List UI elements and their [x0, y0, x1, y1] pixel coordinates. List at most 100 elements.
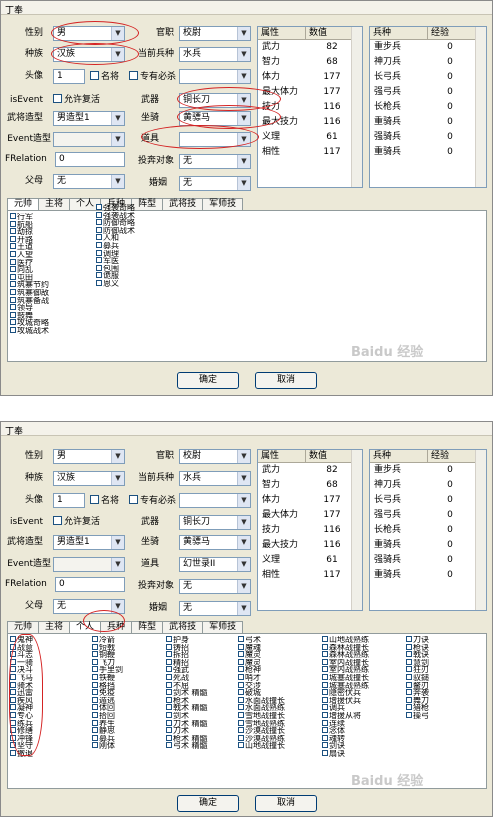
skill-checkbox[interactable]: 哨才 — [238, 673, 285, 682]
item-select[interactable]: 幻世录II ▼ — [179, 557, 251, 572]
table-row[interactable]: 强弓兵 0 — [370, 508, 486, 523]
attribute-table[interactable]: 属性 数值 武力 82 智力 68 体力 177 最大体力 177 技力 116 最大技力 116 义理 6… — [257, 449, 363, 611]
table-row[interactable]: 重步兵 0 — [370, 40, 486, 55]
fame-checkbox[interactable]: 名将 — [90, 495, 119, 507]
skill-checkbox[interactable]: 舞刀 — [406, 696, 429, 705]
table-row[interactable]: 武力 82 — [258, 463, 362, 478]
tab-0[interactable]: 元帅 — [7, 621, 40, 633]
skill-checkbox[interactable]: 人和 — [96, 234, 135, 242]
table-row[interactable]: 神刀兵 0 — [370, 55, 486, 70]
mount-select[interactable]: 黄骠马 ▼ — [179, 535, 251, 550]
spouse-select[interactable]: 无 ▼ — [179, 601, 251, 616]
frelation-input[interactable]: 0 — [55, 577, 125, 592]
model-select[interactable]: 男造型1 ▼ — [53, 535, 125, 550]
skill-checkbox[interactable]: 水面战撞长 — [238, 696, 285, 705]
table-row[interactable]: 智力 68 — [258, 55, 362, 70]
skill-checkbox[interactable]: 连续 — [322, 719, 369, 728]
skill-checkbox[interactable]: 山地战撞长 — [238, 742, 285, 750]
skill-checkbox[interactable]: 防御战术 — [96, 226, 135, 235]
skill-checkbox[interactable]: 雪地战撞长 — [238, 711, 285, 720]
event-model-select[interactable]: ▼ — [53, 557, 125, 572]
table-row[interactable]: 重骑兵 0 — [370, 145, 486, 160]
table-row[interactable]: 智力 68 — [258, 478, 362, 493]
skill-checkbox[interactable]: 戟术 精髓 — [166, 704, 208, 712]
skill-checkbox[interactable]: 枪术 精髓 — [166, 734, 208, 743]
skill-checkbox[interactable]: 攻城奇略 — [10, 319, 49, 327]
table-row[interactable]: 技力 116 — [258, 523, 362, 538]
skill-checkbox[interactable]: 短戟 — [92, 643, 123, 652]
skill-checkbox[interactable]: 魔灵 — [238, 658, 285, 667]
skill-checkbox[interactable]: 山地战熟练 — [322, 636, 369, 644]
table-row[interactable]: 强骑兵 0 — [370, 553, 486, 568]
skill-checkbox[interactable]: 行军 — [10, 213, 49, 221]
skill-checkbox[interactable]: 念体 — [322, 727, 369, 735]
skill-checkbox[interactable]: 包围 — [96, 264, 135, 273]
table-row[interactable]: 最大体力 177 — [258, 508, 362, 523]
table-row[interactable]: 神刀兵 0 — [370, 478, 486, 493]
parents-select[interactable]: 无 ▼ — [53, 174, 125, 189]
skill-checkbox[interactable]: 魔魂 — [238, 643, 285, 652]
skill-checkbox[interactable]: 猎枪 — [406, 704, 429, 712]
skill-checkbox[interactable]: 军医 — [96, 257, 135, 265]
skill-checkbox[interactable]: 手里剑 — [92, 666, 123, 674]
table-row[interactable]: 长弓兵 0 — [370, 493, 486, 508]
skill-checkbox[interactable]: 剑术 — [166, 711, 208, 720]
table-row[interactable]: 强弓兵 0 — [370, 85, 486, 100]
skill-checkbox[interactable]: 沙漠战熟练 — [238, 734, 285, 743]
skill-checkbox[interactable]: 拾回 — [92, 711, 123, 720]
skill-checkbox[interactable]: 刀术 — [166, 727, 208, 735]
skill-checkbox[interactable]: 操弓 — [406, 711, 429, 720]
tab-1[interactable]: 主将 — [38, 621, 71, 633]
event-model-select[interactable]: ▼ — [53, 132, 125, 147]
table-row[interactable]: 武力 82 — [258, 40, 362, 55]
skill-checkbox[interactable]: 劫掠 — [10, 228, 49, 236]
defect-target-select[interactable]: 无 ▼ — [179, 154, 251, 169]
defect-target-select[interactable]: 无 ▼ — [179, 579, 251, 594]
skill-checkbox[interactable]: 刀术 精髓 — [166, 719, 208, 728]
skill-checkbox[interactable]: 攻城战术 — [10, 326, 49, 335]
table-row[interactable]: 体力 177 — [258, 70, 362, 85]
attribute-table[interactable]: 属性 数值 武力 82 智力 68 体力 177 最大体力 177 技力 116 最大技力 116 义理 6… — [257, 26, 363, 188]
skill-checkbox[interactable]: 人望 — [10, 250, 49, 259]
skill-checkbox[interactable]: 向乱 — [10, 266, 49, 274]
skill-checkbox[interactable]: 王道 — [10, 243, 49, 251]
current-troop-select[interactable]: 水兵 ▼ — [179, 471, 251, 486]
skill-checkbox[interactable]: 募兵 — [96, 241, 135, 250]
skill-checkbox[interactable]: 防御奇略 — [96, 219, 135, 227]
skill-checkbox[interactable]: 交涉 — [238, 681, 285, 690]
skill-checkbox[interactable]: 雪地战熟练 — [238, 719, 285, 728]
rank-select[interactable]: 校尉 ▼ — [179, 26, 251, 41]
table-row[interactable]: 最大技力 116 — [258, 538, 362, 553]
skill-checkbox[interactable]: 魂转 — [322, 734, 369, 743]
skill-checkbox[interactable]: 诡服 — [96, 272, 135, 280]
skill-must-select[interactable]: ▼ — [179, 493, 251, 508]
skill-checkbox[interactable]: 森林战撞长 — [322, 643, 369, 652]
table-row[interactable]: 长枪兵 0 — [370, 523, 486, 538]
table-row[interactable]: 重骑兵 0 — [370, 538, 486, 553]
table-row[interactable]: 强骑兵 0 — [370, 130, 486, 145]
tab-1[interactable]: 主将 — [38, 198, 71, 210]
skill-checkbox[interactable]: 筑寨备战 — [10, 296, 49, 305]
skill-checkbox[interactable]: 隐密伏兵 — [322, 689, 369, 697]
tab-6[interactable]: 军师技 — [202, 198, 244, 210]
table-row[interactable]: 相性 117 — [258, 568, 362, 583]
skill-checkbox[interactable]: 水面战熟练 — [238, 704, 285, 712]
frelation-input[interactable]: 0 — [55, 152, 125, 167]
skill-checkbox[interactable]: 鼓舞 — [10, 311, 49, 320]
skill-checkbox[interactable]: 枪诀 — [406, 643, 429, 652]
skill-checkbox[interactable]: 鳌刃 — [406, 681, 429, 690]
skill-checkbox[interactable]: 遁逃 — [92, 696, 123, 705]
skill-checkbox[interactable]: 屯田 — [10, 273, 49, 282]
skill-checkbox[interactable]: 强袭奇略 — [96, 204, 135, 212]
skill-checkbox[interactable]: 筑寨节约 — [10, 281, 49, 289]
tab-4[interactable]: 阵型 — [131, 198, 164, 210]
skill-checkbox[interactable]: 枪术 — [166, 696, 208, 705]
skill-checkbox[interactable]: 调理 — [96, 249, 135, 258]
tab-4[interactable]: 阵型 — [131, 621, 164, 633]
skill-checkbox[interactable]: 城塞战熟练 — [322, 681, 369, 690]
skill-checkbox[interactable]: 调兵 — [322, 704, 369, 712]
skill-must-select[interactable]: ▼ — [179, 69, 251, 84]
skill-checkbox[interactable]: 养生 — [92, 719, 123, 728]
skill-checkbox[interactable]: 魔灵 — [238, 651, 285, 659]
skill-must-checkbox[interactable]: 专有必杀 — [129, 71, 176, 83]
